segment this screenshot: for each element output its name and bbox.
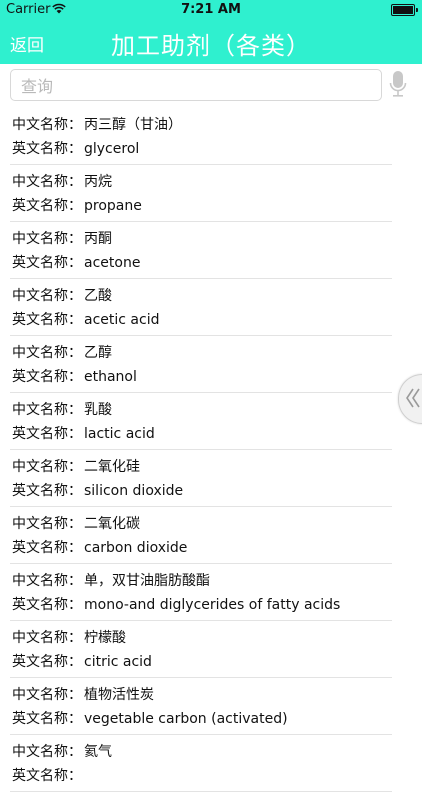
- english-name-label: 英文名称：: [12, 711, 82, 727]
- english-name-row: 英文名称： lactic acid: [12, 423, 155, 443]
- english-name-label: 英文名称：: [12, 768, 82, 784]
- english-name-value: glycerol: [84, 141, 140, 157]
- chinese-name-value: 乳酸: [84, 402, 112, 418]
- chinese-name-row: 中文名称： 丙三醇（甘油）: [12, 114, 182, 134]
- chinese-name-label: 中文名称：: [12, 630, 82, 646]
- english-name-row: 英文名称： acetic acid: [12, 309, 159, 329]
- chinese-name-value: 丙烷: [84, 174, 112, 190]
- chinese-name-value: 氦气: [84, 744, 112, 760]
- list-item[interactable]: 中文名称： 乙醇 英文名称： ethanol: [10, 336, 392, 393]
- english-name-row: 英文名称： vegetable carbon (activated): [12, 708, 288, 728]
- chinese-name-row: 中文名称： 丙酮: [12, 228, 112, 248]
- list-item[interactable]: 中文名称： 丙烷 英文名称： propane: [10, 165, 392, 222]
- english-name-label: 英文名称：: [12, 255, 82, 271]
- chinese-name-value: 乙醇: [84, 345, 112, 361]
- english-name-label: 英文名称：: [12, 483, 82, 499]
- english-name-value: citric acid: [84, 654, 152, 670]
- english-name-row: 英文名称： carbon dioxide: [12, 537, 187, 557]
- list-item[interactable]: 中文名称： 丙三醇（甘油） 英文名称： glycerol: [10, 108, 392, 165]
- chinese-name-row: 中文名称： 单，双甘油脂肪酸酯: [12, 570, 210, 590]
- additive-list: 中文名称： 丙三醇（甘油） 英文名称： glycerol 中文名称： 丙烷 英文名称： pro…: [0, 108, 422, 792]
- list-item[interactable]: 中文名称： 丙酮 英文名称： acetone: [10, 222, 392, 279]
- english-name-row: 英文名称：: [12, 765, 84, 785]
- chinese-name-value: 柠檬酸: [84, 630, 126, 646]
- english-name-value: acetic acid: [84, 312, 160, 328]
- chinese-name-label: 中文名称：: [12, 516, 82, 532]
- chinese-name-value: 植物活性炭: [84, 687, 154, 703]
- chinese-name-row: 中文名称： 二氧化硅: [12, 456, 140, 476]
- english-name-label: 英文名称：: [12, 540, 82, 556]
- chinese-name-row: 中文名称： 二氧化碳: [12, 513, 140, 533]
- chinese-name-row: 中文名称： 柠檬酸: [12, 627, 126, 647]
- page-title: 加工助剂（各类）: [111, 32, 311, 60]
- english-name-value: vegetable carbon (activated): [84, 711, 288, 727]
- list-item[interactable]: 中文名称： 柠檬酸 英文名称： citric acid: [10, 621, 392, 678]
- status-bar: Carrier 7:21 AM: [0, 0, 422, 20]
- english-name-row: 英文名称： ethanol: [12, 366, 137, 386]
- microphone-icon[interactable]: [389, 70, 407, 100]
- english-name-row: 英文名称： acetone: [12, 252, 140, 272]
- list-item[interactable]: 中文名称： 单，双甘油脂肪酸酯 英文名称： mono-and diglycerides…: [10, 564, 392, 621]
- status-time: 7:21 AM: [181, 2, 241, 17]
- navigation-bar: 返回 加工助剂（各类）: [0, 20, 422, 64]
- english-name-label: 英文名称：: [12, 369, 82, 385]
- english-name-value: mono-and diglycerides of fatty acids: [84, 597, 341, 613]
- english-name-label: 英文名称：: [12, 597, 82, 613]
- english-name-value: acetone: [84, 255, 141, 271]
- chinese-name-row: 中文名称： 丙烷: [12, 171, 112, 191]
- chinese-name-label: 中文名称：: [12, 402, 82, 418]
- english-name-label: 英文名称：: [12, 141, 82, 157]
- chinese-name-label: 中文名称：: [12, 288, 82, 304]
- chinese-name-value: 单，双甘油脂肪酸酯: [84, 573, 210, 589]
- english-name-value: lactic acid: [84, 426, 155, 442]
- chinese-name-label: 中文名称：: [12, 345, 82, 361]
- english-name-value: carbon dioxide: [84, 540, 188, 556]
- english-name-row: 英文名称： propane: [12, 195, 142, 215]
- chinese-name-label: 中文名称：: [12, 687, 82, 703]
- list-item[interactable]: 中文名称： 氦气 英文名称：: [10, 735, 392, 792]
- english-name-row: 英文名称： glycerol: [12, 138, 139, 158]
- list-item[interactable]: 中文名称： 二氧化碳 英文名称： carbon dioxide: [10, 507, 392, 564]
- english-name-value: propane: [84, 198, 142, 214]
- english-name-row: 英文名称： mono-and diglycerides of fatty acid…: [12, 594, 340, 614]
- english-name-value: ethanol: [84, 369, 137, 385]
- list-item[interactable]: 中文名称： 乳酸 英文名称： lactic acid: [10, 393, 392, 450]
- english-name-label: 英文名称：: [12, 654, 82, 670]
- english-name-label: 英文名称：: [12, 198, 82, 214]
- search-box[interactable]: [10, 69, 382, 101]
- chinese-name-value: 丙三醇（甘油）: [84, 117, 182, 133]
- chinese-name-value: 丙酮: [84, 231, 112, 247]
- list-item[interactable]: 中文名称： 二氧化硅 英文名称： silicon dioxide: [10, 450, 392, 507]
- battery-icon: [391, 4, 418, 16]
- list-item[interactable]: 中文名称： 植物活性炭 英文名称： vegetable carbon (activat…: [10, 678, 392, 735]
- english-name-label: 英文名称：: [12, 312, 82, 328]
- english-name-value: silicon dioxide: [84, 483, 184, 499]
- chinese-name-row: 中文名称： 乙醇: [12, 342, 112, 362]
- chinese-name-label: 中文名称：: [12, 573, 82, 589]
- chinese-name-row: 中文名称： 乙酸: [12, 285, 112, 305]
- chinese-name-label: 中文名称：: [12, 231, 82, 247]
- english-name-label: 英文名称：: [12, 426, 82, 442]
- chinese-name-label: 中文名称：: [12, 459, 82, 475]
- double-chevron-left-icon: [406, 388, 420, 408]
- chinese-name-row: 中文名称： 植物活性炭: [12, 684, 154, 704]
- chinese-name-row: 中文名称： 氦气: [12, 741, 112, 761]
- chinese-name-label: 中文名称：: [12, 174, 82, 190]
- chinese-name-row: 中文名称： 乳酸: [12, 399, 112, 419]
- chinese-name-label: 中文名称：: [12, 744, 82, 760]
- chinese-name-value: 二氧化硅: [84, 459, 140, 475]
- chinese-name-label: 中文名称：: [12, 117, 82, 133]
- search-input[interactable]: [19, 74, 373, 98]
- english-name-row: 英文名称： citric acid: [12, 651, 152, 671]
- chinese-name-value: 二氧化碳: [84, 516, 140, 532]
- english-name-row: 英文名称： silicon dioxide: [12, 480, 183, 500]
- list-item[interactable]: 中文名称： 乙酸 英文名称： acetic acid: [10, 279, 392, 336]
- chinese-name-value: 乙酸: [84, 288, 112, 304]
